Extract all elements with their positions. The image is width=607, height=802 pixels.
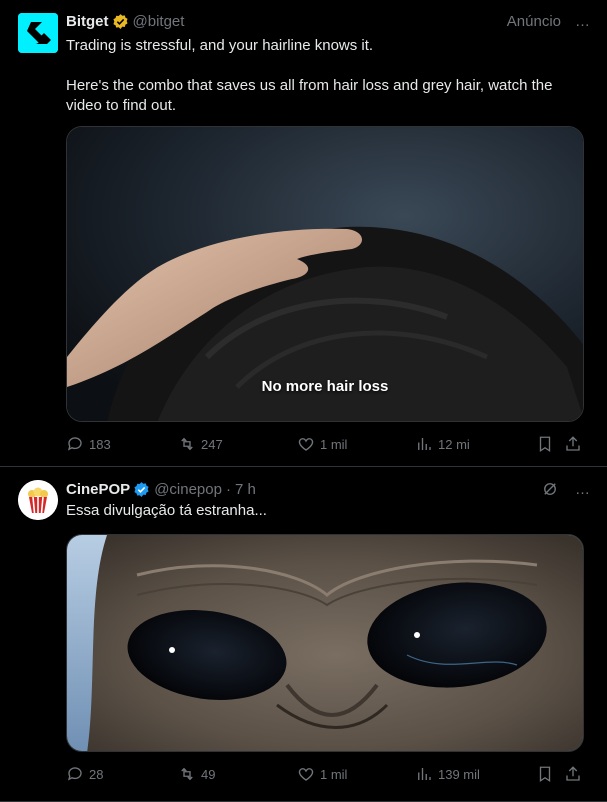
bookmark-icon [539,436,551,453]
reply-icon [67,437,82,451]
like-count: 1 mil [320,766,348,782]
video-caption: No more hair loss [261,378,389,395]
author-handle[interactable]: @bitget [133,13,185,30]
author-name[interactable]: Bitget [66,13,109,30]
bookmark-button[interactable] [536,765,564,783]
reply-count: 183 [89,436,111,452]
avatar-cinepop[interactable] [18,480,58,520]
like-button[interactable]: 1 mil [297,435,415,453]
repost-count: 247 [201,436,223,452]
more-options-icon[interactable]: … [575,481,591,498]
repost-button[interactable]: 49 [178,765,297,783]
tweet-text: Essa divulgação tá estranha... [66,502,267,519]
views-icon [418,768,431,780]
ad-label: Anúncio [506,12,561,30]
share-icon [566,436,580,451]
bookmark-icon [539,766,551,783]
reply-button[interactable]: 28 [66,765,178,783]
popcorn-logo-icon [18,480,58,520]
verified-gold-badge-icon [112,13,128,29]
like-icon [298,768,314,781]
share-button[interactable] [564,435,582,453]
separator-dot: · [225,480,231,498]
repost-count: 49 [201,766,216,782]
like-count: 1 mil [320,436,348,452]
grok-icon[interactable] [541,480,559,498]
author-handle[interactable]: @cinepop [154,481,222,498]
view-count: 12 mi [438,436,470,452]
alien-face-image [67,535,583,751]
tweet-video[interactable]: No more hair loss [66,126,584,422]
bookmark-button[interactable] [536,435,564,453]
reply-button[interactable]: 183 [66,435,178,453]
views-icon [418,438,431,450]
tweet-image[interactable] [66,534,584,752]
avatar-bitget[interactable] [18,13,58,53]
tweet-text: Trading is stressful, and your hairline … [66,37,553,114]
like-icon [298,438,314,451]
share-button[interactable] [564,765,582,783]
repost-icon [181,437,193,451]
views-button[interactable]: 139 mil [415,765,536,783]
view-count: 139 mil [438,766,480,782]
tweet-cinepop[interactable]: CinePOP @cinepop · 7 h … Essa divulgação… [0,467,607,802]
repost-icon [181,767,193,781]
repost-button[interactable]: 247 [178,435,297,453]
share-icon [566,766,580,781]
author-name[interactable]: CinePOP [66,481,130,498]
tweet-bitget[interactable]: Bitget @bitget Anúncio … Trading is stre… [0,0,607,467]
verified-blue-badge-icon [134,481,149,497]
more-options-icon[interactable]: … [575,13,591,30]
timestamp[interactable]: 7 h [235,481,256,498]
views-button[interactable]: 12 mi [415,435,536,453]
reply-icon [67,767,82,781]
bitget-logo-icon [18,13,58,53]
reply-count: 28 [89,766,104,782]
like-button[interactable]: 1 mil [297,765,415,783]
